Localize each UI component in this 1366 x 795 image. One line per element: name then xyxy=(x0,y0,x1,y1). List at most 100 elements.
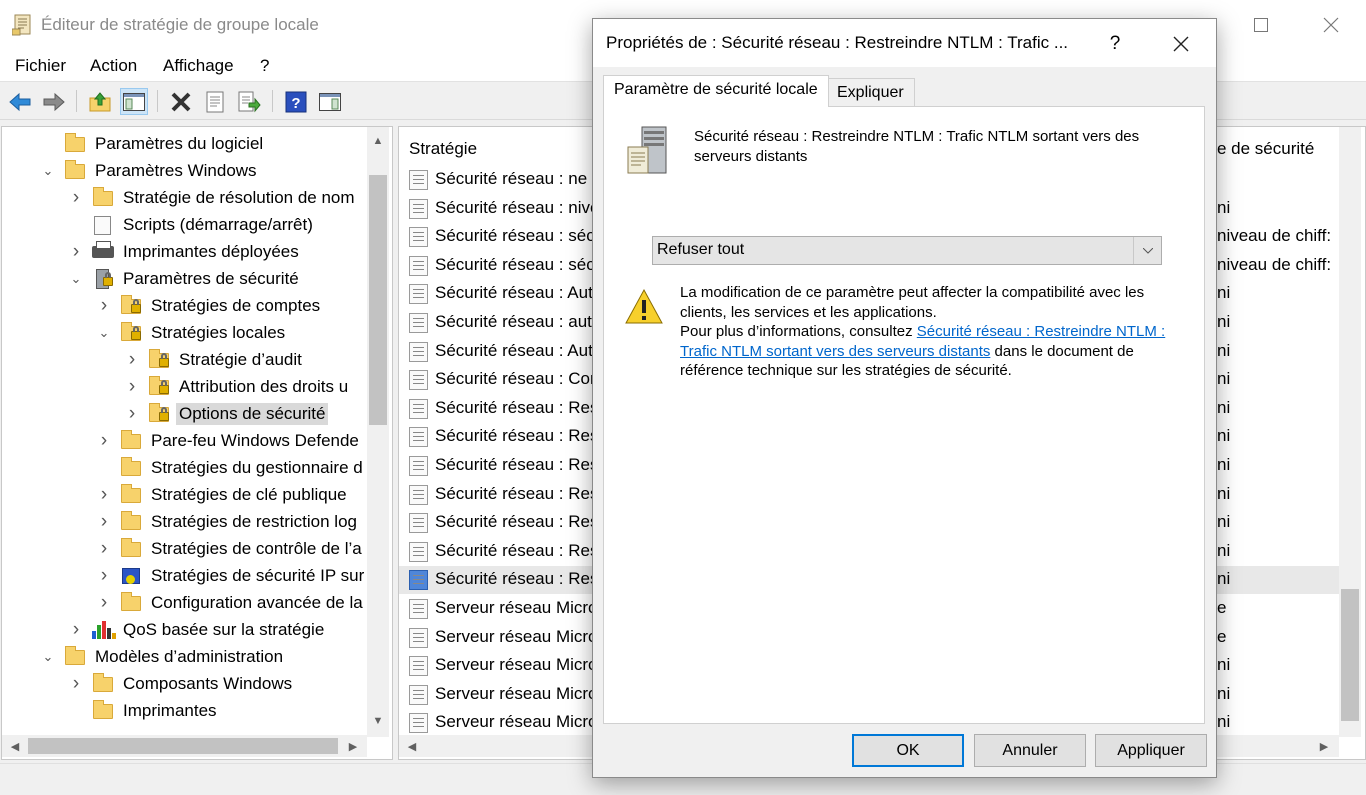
tree-item[interactable]: ⌄ Paramètres de sécurité xyxy=(68,265,302,292)
column-header-strategie[interactable]: Stratégie xyxy=(409,139,477,159)
tree-item[interactable]: › Stratégies de contrôle de l’a xyxy=(96,535,365,562)
tree-item[interactable]: ⌄ Paramètres Windows xyxy=(40,157,260,184)
show-action-pane-button[interactable] xyxy=(316,88,344,115)
tree-item[interactable]: Imprimantes xyxy=(68,697,220,724)
menu-affichage[interactable]: Affichage xyxy=(163,56,234,76)
svg-text:?: ? xyxy=(291,95,300,112)
tree-item[interactable]: › QoS basée sur la stratégie xyxy=(68,616,327,643)
expand-chevron-icon[interactable]: › xyxy=(68,187,84,209)
tree-item[interactable]: › Imprimantes déployées xyxy=(68,238,302,265)
tree-item[interactable]: › Attribution des droits u xyxy=(124,373,351,400)
tree-item[interactable]: Stratégies du gestionnaire d xyxy=(96,454,366,481)
tree-item[interactable]: › Pare-feu Windows Defende xyxy=(96,427,362,454)
expand-chevron-icon[interactable]: › xyxy=(124,349,140,371)
expand-chevron-icon[interactable]: › xyxy=(96,484,112,506)
tree-item[interactable]: ⌄ Stratégies locales xyxy=(96,319,288,346)
forward-button[interactable] xyxy=(40,88,68,115)
tree-item[interactable]: › Stratégies de comptes xyxy=(96,292,323,319)
expand-chevron-icon[interactable]: › xyxy=(124,376,140,398)
policy-name-cell: Sécurité réseau : nive xyxy=(435,197,600,217)
cancel-button[interactable]: Annuler xyxy=(974,734,1086,767)
expand-chevron-icon[interactable]: › xyxy=(96,592,112,614)
scroll-right-arrow-icon[interactable]: ▶ xyxy=(342,735,364,757)
expand-chevron-icon[interactable]: › xyxy=(68,619,84,641)
show-hide-tree-icon xyxy=(123,92,145,111)
ok-button[interactable]: OK xyxy=(852,734,964,767)
scroll-up-arrow-icon[interactable]: ▲ xyxy=(367,131,389,151)
tree-item-label: Imprimantes xyxy=(123,700,217,720)
tab-parametre-securite-locale[interactable]: Paramètre de sécurité locale xyxy=(603,75,829,107)
tree-item[interactable]: › Stratégie de résolution de nom xyxy=(68,184,358,211)
delete-button[interactable] xyxy=(167,88,195,115)
chevron-down-icon[interactable] xyxy=(1133,237,1161,264)
maximize-button[interactable] xyxy=(1226,0,1296,50)
policy-setting-cell: ni xyxy=(1217,569,1231,589)
menu-help[interactable]: ? xyxy=(260,56,269,76)
tree-horizontal-scroll-thumb[interactable] xyxy=(28,738,338,754)
tree-item[interactable]: › Composants Windows xyxy=(68,670,295,697)
policy-icon xyxy=(409,599,428,619)
expand-chevron-icon[interactable]: › xyxy=(96,538,112,560)
scroll-down-arrow-icon[interactable]: ▼ xyxy=(367,711,389,731)
dialog-help-button[interactable]: ? xyxy=(1095,27,1135,61)
tree-item[interactable]: › Options de sécurité xyxy=(124,400,329,427)
apply-button[interactable]: Appliquer xyxy=(1095,734,1207,767)
list-vertical-scrollbar[interactable] xyxy=(1339,127,1361,737)
policy-name-cell: Sécurité réseau : Rest xyxy=(435,569,604,589)
tree-vertical-scroll-thumb[interactable] xyxy=(369,175,387,425)
setting-dropdown[interactable]: Refuser tout xyxy=(652,236,1162,265)
back-button[interactable] xyxy=(6,88,34,115)
collapse-chevron-icon[interactable]: ⌄ xyxy=(40,163,56,179)
column-header-parametre[interactable]: e de sécurité xyxy=(1217,139,1314,159)
policy-icon xyxy=(409,713,428,734)
tree-horizontal-scrollbar[interactable]: ◀ ▶ xyxy=(2,735,367,757)
help-button[interactable]: ? xyxy=(282,88,310,115)
tree-pane: Paramètres du logiciel ⌄ Paramètres Window… xyxy=(1,126,393,760)
tab-expliquer[interactable]: Expliquer xyxy=(826,78,915,108)
dialog-title: Propriétés de : Sécurité réseau : Restre… xyxy=(606,33,1069,52)
expand-chevron-icon[interactable]: › xyxy=(68,241,84,263)
expand-chevron-icon[interactable]: › xyxy=(124,403,140,425)
tree-item-label: Stratégie de résolution de nom xyxy=(123,187,355,207)
tree-item[interactable]: › Stratégies de clé publique xyxy=(96,481,350,508)
tree-item[interactable]: ⌄ Modèles d’administration xyxy=(40,643,286,670)
policy-name-cell: Sécurité réseau : Rest xyxy=(435,483,604,503)
tree-item[interactable]: › Stratégies de sécurité IP sur xyxy=(96,562,367,589)
secured-folder-icon xyxy=(148,375,170,397)
tree-item[interactable]: › Configuration avancée de la xyxy=(96,589,366,616)
collapse-chevron-icon[interactable]: ⌄ xyxy=(68,271,84,287)
help-icon: ? xyxy=(285,91,307,112)
policy-name-cell: Sécurité réseau : Rest xyxy=(435,455,604,474)
policy-icon xyxy=(409,570,428,591)
collapse-chevron-icon[interactable]: ⌄ xyxy=(40,649,56,665)
tree-item[interactable]: › Stratégies de restriction log xyxy=(96,508,360,535)
expand-chevron-icon[interactable]: › xyxy=(96,565,112,587)
menu-fichier[interactable]: Fichier xyxy=(15,56,66,76)
menu-action[interactable]: Action xyxy=(90,56,137,76)
tree-item[interactable]: Scripts (démarrage/arrêt) xyxy=(68,211,316,238)
warning-icon xyxy=(625,289,663,324)
policy-name-cell: Sécurité réseau : Con xyxy=(435,369,600,389)
expand-chevron-icon[interactable]: › xyxy=(96,430,112,452)
scroll-left-arrow-icon[interactable]: ◀ xyxy=(4,735,26,757)
collapse-chevron-icon[interactable]: ⌄ xyxy=(96,325,112,341)
close-button[interactable] xyxy=(1296,0,1366,50)
show-hide-tree-button[interactable] xyxy=(120,88,148,115)
scroll-left-arrow-icon[interactable]: ◀ xyxy=(401,735,423,757)
tree-item-label: Options de sécurité xyxy=(176,402,329,425)
tree-item-label: QoS basée sur la stratégie xyxy=(123,619,325,639)
list-vertical-scroll-thumb[interactable] xyxy=(1341,589,1359,721)
tree-item[interactable]: › Stratégie d’audit xyxy=(124,346,305,373)
tree-item[interactable]: Paramètres du logiciel xyxy=(40,130,266,157)
dialog-close-button[interactable] xyxy=(1158,27,1204,61)
export-list-button[interactable] xyxy=(235,88,263,115)
tree-item-label: Attribution des droits u xyxy=(179,376,349,396)
scroll-right-arrow-icon[interactable]: ▶ xyxy=(1313,735,1335,757)
properties-button[interactable] xyxy=(201,88,229,115)
tree-vertical-scrollbar[interactable]: ▲ ▼ xyxy=(367,127,389,737)
expand-chevron-icon[interactable]: › xyxy=(96,511,112,533)
expand-chevron-icon[interactable]: › xyxy=(96,295,112,317)
policy-setting-cell: e xyxy=(1217,626,1227,646)
expand-chevron-icon[interactable]: › xyxy=(68,673,84,695)
up-one-level-button[interactable] xyxy=(86,88,114,115)
